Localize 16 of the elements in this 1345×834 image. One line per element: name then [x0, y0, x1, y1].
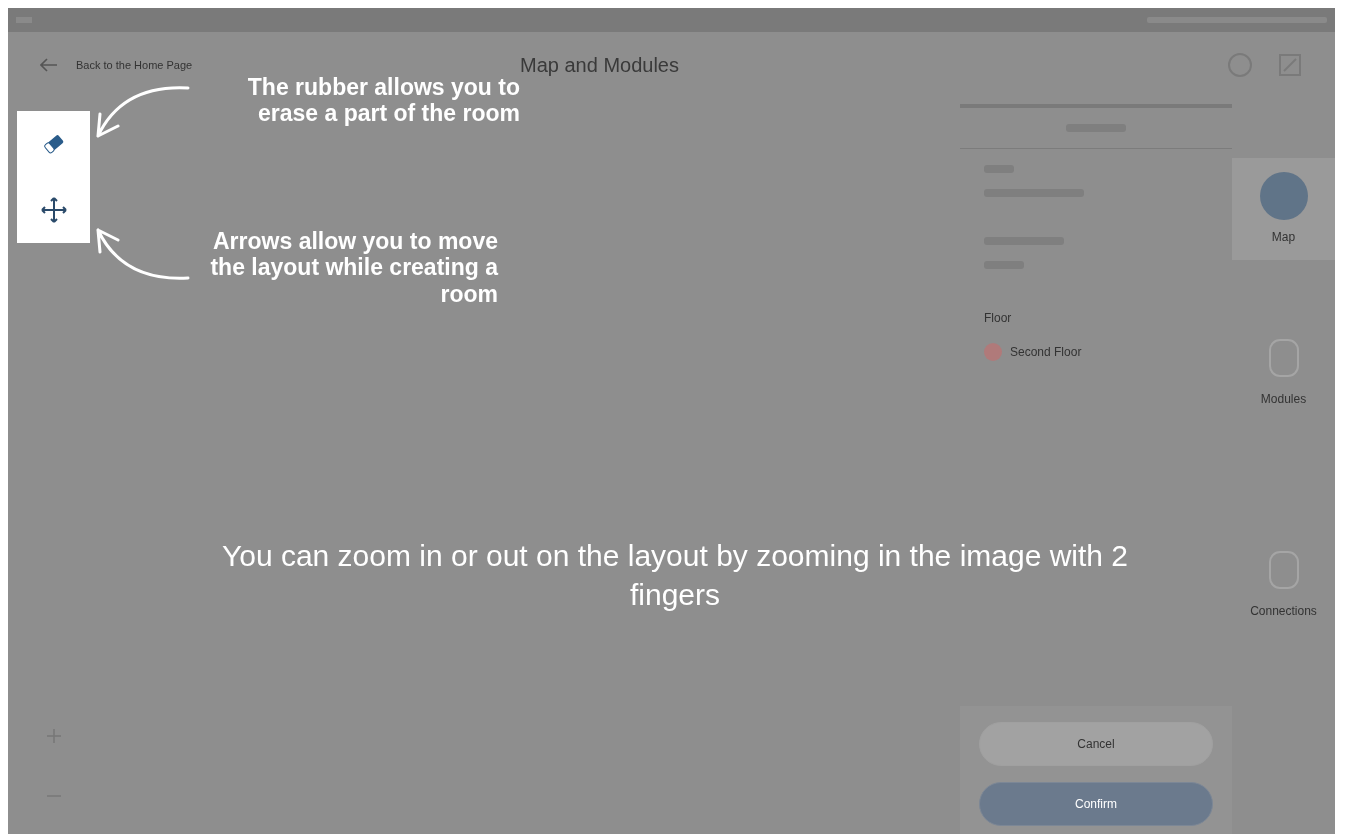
nav-item[interactable]: Modules: [1232, 320, 1335, 422]
annotation-text: You can zoom in or out on the layout by zooming in the image with 2 fingers: [220, 538, 1130, 613]
floor-label: Floor: [984, 310, 1012, 327]
annotation-text: Arrows allow you to move the layout while creating a room: [209, 228, 498, 308]
annotation-text: The rubber allows you to erase a part of the room: [246, 74, 520, 127]
floor-dot-icon: [984, 343, 1002, 361]
confirm-button[interactable]: Confirm: [979, 782, 1213, 826]
nav-item[interactable]: Connections: [1232, 532, 1335, 634]
nav-item[interactable]: Map: [1232, 158, 1335, 260]
floor-value: Second Floor: [1010, 344, 1082, 361]
page-title: Map and Modules: [520, 54, 679, 76]
back-arrow-icon[interactable]: [40, 58, 58, 72]
map-circle-icon: [1259, 172, 1308, 220]
back-link[interactable]: Back to the Home Page: [76, 56, 193, 74]
move-icon[interactable]: [39, 196, 68, 224]
cancel-button[interactable]: Cancel: [979, 722, 1213, 766]
